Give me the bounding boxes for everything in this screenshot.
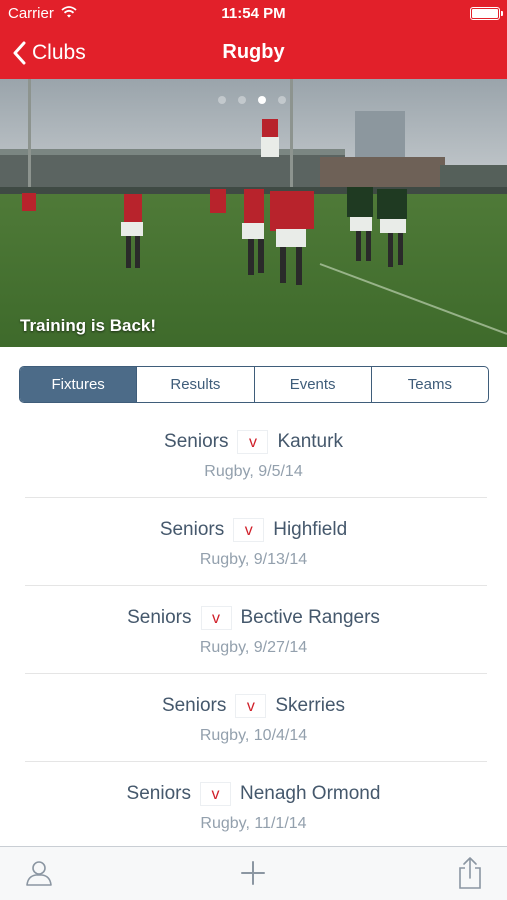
tab-fixtures[interactable]: Fixtures — [20, 367, 137, 402]
home-team: Seniors — [126, 783, 191, 804]
fixture-detail: Rugby, 9/5/14 — [204, 463, 303, 480]
page-title: Rugby — [222, 41, 285, 63]
fixture-row[interactable]: Seniors v Nenagh Ormond Rugby, 11/1/14 — [0, 762, 507, 850]
fixture-teams: Seniors v Highfield — [0, 518, 507, 542]
versus-badge: v — [237, 430, 269, 454]
page-dot[interactable] — [258, 96, 266, 104]
fixtures-list: Seniors v Kanturk Rugby, 9/5/14 Seniors v High… — [0, 410, 507, 850]
navigation-bar: Clubs Rugby — [0, 28, 507, 79]
plus-icon — [240, 860, 266, 891]
page-dot[interactable] — [238, 96, 246, 104]
fixture-teams: Seniors v Kanturk — [0, 430, 507, 454]
fixture-detail: Rugby, 9/27/14 — [199, 639, 308, 656]
hero-banner[interactable]: Training is Back! — [0, 79, 507, 347]
person-icon — [24, 858, 54, 893]
versus-badge: v — [199, 782, 231, 806]
page-dot[interactable] — [278, 96, 286, 104]
versus-badge: v — [200, 606, 232, 630]
profile-button[interactable] — [21, 857, 57, 893]
away-team: Kanturk — [277, 431, 343, 452]
tab-teams[interactable]: Teams — [370, 367, 488, 402]
away-team: Bective Rangers — [240, 607, 380, 628]
fixture-teams: Seniors v Bective Rangers — [0, 606, 507, 630]
away-team: Skerries — [275, 695, 346, 716]
fixture-row[interactable]: Seniors v Skerries Rugby, 10/4/14 — [0, 674, 507, 762]
home-team: Seniors — [164, 431, 229, 452]
battery-icon — [470, 7, 503, 20]
away-team: Nenagh Ormond — [239, 783, 381, 804]
away-team: Highfield — [273, 519, 348, 540]
add-button[interactable] — [235, 857, 271, 893]
tab-results[interactable]: Results — [136, 367, 253, 402]
status-bar: Carrier 11:54 PM — [0, 0, 507, 28]
fixture-detail: Rugby, 11/1/14 — [200, 815, 307, 832]
share-icon — [457, 856, 483, 895]
share-button[interactable] — [452, 856, 488, 895]
fixture-row[interactable]: Seniors v Bective Rangers Rugby, 9/27/14 — [0, 586, 507, 674]
home-team: Seniors — [159, 519, 225, 540]
fixture-teams: Seniors v Skerries — [0, 694, 507, 718]
fixture-detail: Rugby, 9/13/14 — [199, 551, 308, 568]
fixture-detail: Rugby, 10/4/14 — [199, 727, 308, 744]
rugby-training-photo — [0, 79, 507, 347]
versus-badge: v — [235, 694, 267, 718]
app-header: Carrier 11:54 PM Clubs Rugby — [0, 0, 507, 79]
hero-caption: Training is Back! — [20, 316, 157, 335]
fixture-teams: Seniors v Nenagh Ormond — [0, 782, 507, 806]
fixture-row[interactable]: Seniors v Highfield Rugby, 9/13/14 — [0, 498, 507, 586]
page-dot[interactable] — [218, 96, 226, 104]
page-indicator[interactable] — [218, 96, 286, 104]
home-team: Seniors — [161, 695, 227, 716]
tab-events[interactable]: Events — [253, 367, 371, 402]
segmented-control: Fixtures Results Events Teams — [19, 366, 489, 403]
status-time: 11:54 PM — [221, 5, 286, 22]
home-team: Seniors — [127, 607, 192, 628]
versus-badge: v — [233, 518, 265, 542]
bottom-toolbar — [0, 846, 507, 900]
fixture-row[interactable]: Seniors v Kanturk Rugby, 9/5/14 — [0, 410, 507, 498]
